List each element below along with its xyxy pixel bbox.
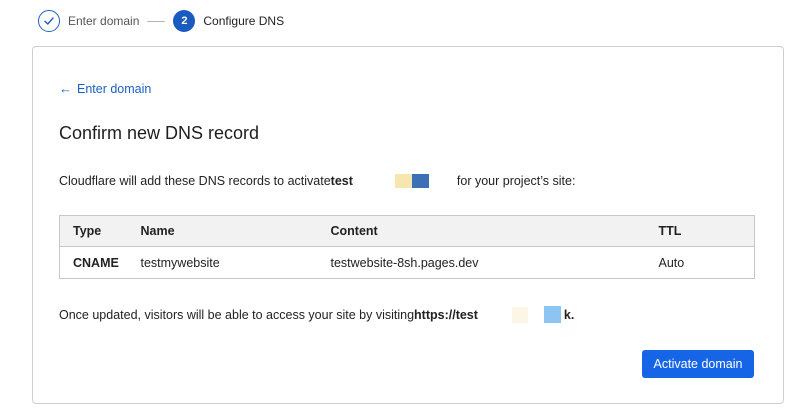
step-1-label[interactable]: Enter domain: [68, 14, 139, 28]
header-type: Type: [59, 215, 141, 247]
outro-url-end: k.: [563, 308, 575, 322]
table-row: CNAME testmywebsite testwebsite-8sh.page…: [60, 247, 755, 279]
step-2-label: Configure DNS: [203, 14, 285, 28]
intro-text-after: for your project’s site:: [456, 174, 576, 188]
outro-text: Once updated, visitors will be able to a…: [59, 306, 574, 324]
record-name: testmywebsite: [140, 255, 220, 270]
back-link-label: Enter domain: [77, 81, 152, 96]
outro-url: https://test: [414, 308, 478, 322]
arrow-left-icon: ←: [59, 81, 72, 96]
stepper: Enter domain 2 Configure DNS: [38, 8, 284, 34]
intro-text-before: Cloudflare will add these DNS records to…: [59, 174, 331, 188]
check-icon: [44, 17, 54, 25]
step-separator: [147, 20, 166, 22]
activate-domain-button[interactable]: Activate domain: [642, 350, 754, 378]
dns-records-table: Type Name Content TTL CNAME testmywebsit…: [59, 215, 755, 279]
intro-text: Cloudflare will add these DNS records to…: [59, 173, 575, 189]
redacted-url: [478, 306, 564, 324]
record-ttl: Auto: [658, 255, 685, 270]
header-content: Content: [330, 215, 659, 247]
record-content: testwebsite-8sh.pages.dev: [330, 255, 479, 270]
header-name: Name: [140, 215, 331, 247]
outro-text-before: Once updated, visitors will be able to a…: [59, 308, 415, 322]
page-title: Confirm new DNS record: [59, 123, 260, 143]
redacted-domain: [353, 173, 457, 189]
step-2-number: 2: [173, 10, 196, 32]
step-1-complete-indicator: [38, 10, 60, 32]
configure-dns-card: ← Enter domain Confirm new DNS record Cl…: [32, 46, 784, 404]
record-type: CNAME: [73, 255, 119, 270]
table-header-row: Type Name Content TTL: [59, 215, 755, 247]
header-ttl: TTL: [658, 215, 755, 247]
intro-domain: test: [330, 174, 353, 188]
back-to-enter-domain-link[interactable]: ← Enter domain: [59, 81, 151, 96]
